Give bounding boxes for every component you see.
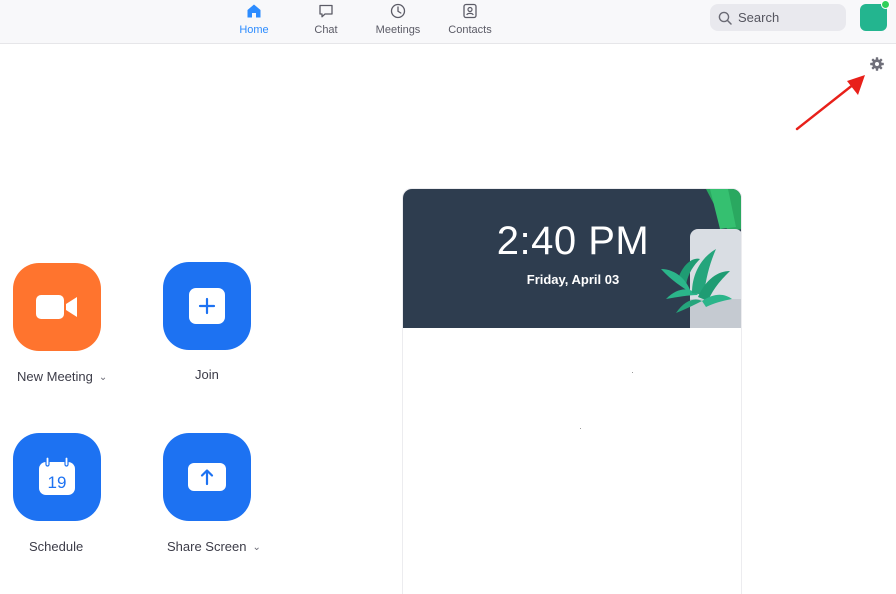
search-box[interactable] xyxy=(710,4,846,31)
speck-dot xyxy=(632,372,633,373)
gear-icon xyxy=(870,57,884,71)
contact-card-icon xyxy=(462,2,478,19)
calendar-icon: 19 xyxy=(39,457,75,495)
share-arrow-icon xyxy=(188,463,226,491)
search-input[interactable] xyxy=(738,10,838,25)
zoom-home-window: Home Chat Meetings Contacts Search New M… xyxy=(0,0,896,594)
search-icon xyxy=(718,11,732,25)
new-meeting-button[interactable]: New Meeting ⌄ xyxy=(13,263,123,393)
home-icon xyxy=(246,2,262,19)
chat-bubble-icon xyxy=(318,2,334,19)
tab-contacts[interactable]: Contacts xyxy=(433,0,507,44)
annotation-arrow xyxy=(795,75,865,131)
join-button[interactable]: Join xyxy=(163,262,273,392)
new-meeting-label-row: New Meeting ⌄ xyxy=(17,369,107,384)
clock-time: 2:40 PM xyxy=(496,219,650,263)
tab-meetings-label: Meetings xyxy=(375,24,421,36)
tab-chat[interactable]: Chat xyxy=(289,0,363,44)
tab-meetings[interactable]: Meetings xyxy=(361,0,435,44)
chevron-down-icon[interactable]: ⌄ xyxy=(253,542,261,553)
upcoming-meetings-card: 2:40 PM Friday, April 03 xyxy=(402,188,742,594)
tab-home[interactable]: Home xyxy=(217,0,291,44)
top-navigation-bar: Home Chat Meetings Contacts Search xyxy=(0,0,896,44)
plus-icon xyxy=(189,288,225,324)
online-status-badge xyxy=(881,0,890,9)
share-screen-label: Share Screen xyxy=(167,539,247,554)
share-screen-button[interactable]: Share Screen ⌄ xyxy=(163,433,273,563)
calendar-day-number: 19 xyxy=(48,473,67,492)
tab-chat-label: Chat xyxy=(314,24,338,36)
schedule-tile[interactable]: 19 xyxy=(13,433,101,521)
tab-contacts-label: Contacts xyxy=(448,24,492,36)
speck-dot xyxy=(580,428,581,429)
video-camera-icon xyxy=(36,295,77,319)
chevron-down-icon[interactable]: ⌄ xyxy=(99,372,107,383)
settings-gear-button[interactable] xyxy=(869,56,885,72)
schedule-label: Schedule xyxy=(29,539,84,554)
tab-home-label: Home xyxy=(239,24,269,36)
new-meeting-tile[interactable] xyxy=(13,263,101,351)
share-screen-tile[interactable] xyxy=(163,433,251,521)
join-label: Join xyxy=(195,367,219,382)
share-screen-label-row: Share Screen ⌄ xyxy=(167,539,261,554)
schedule-button[interactable]: 19 Schedule xyxy=(13,433,123,563)
clock-banner: 2:40 PM Friday, April 03 xyxy=(403,189,741,328)
new-meeting-label: New Meeting xyxy=(17,369,93,384)
clock-icon xyxy=(390,2,406,19)
clock-date: Friday, April 03 xyxy=(526,272,620,287)
join-tile[interactable] xyxy=(163,262,251,350)
